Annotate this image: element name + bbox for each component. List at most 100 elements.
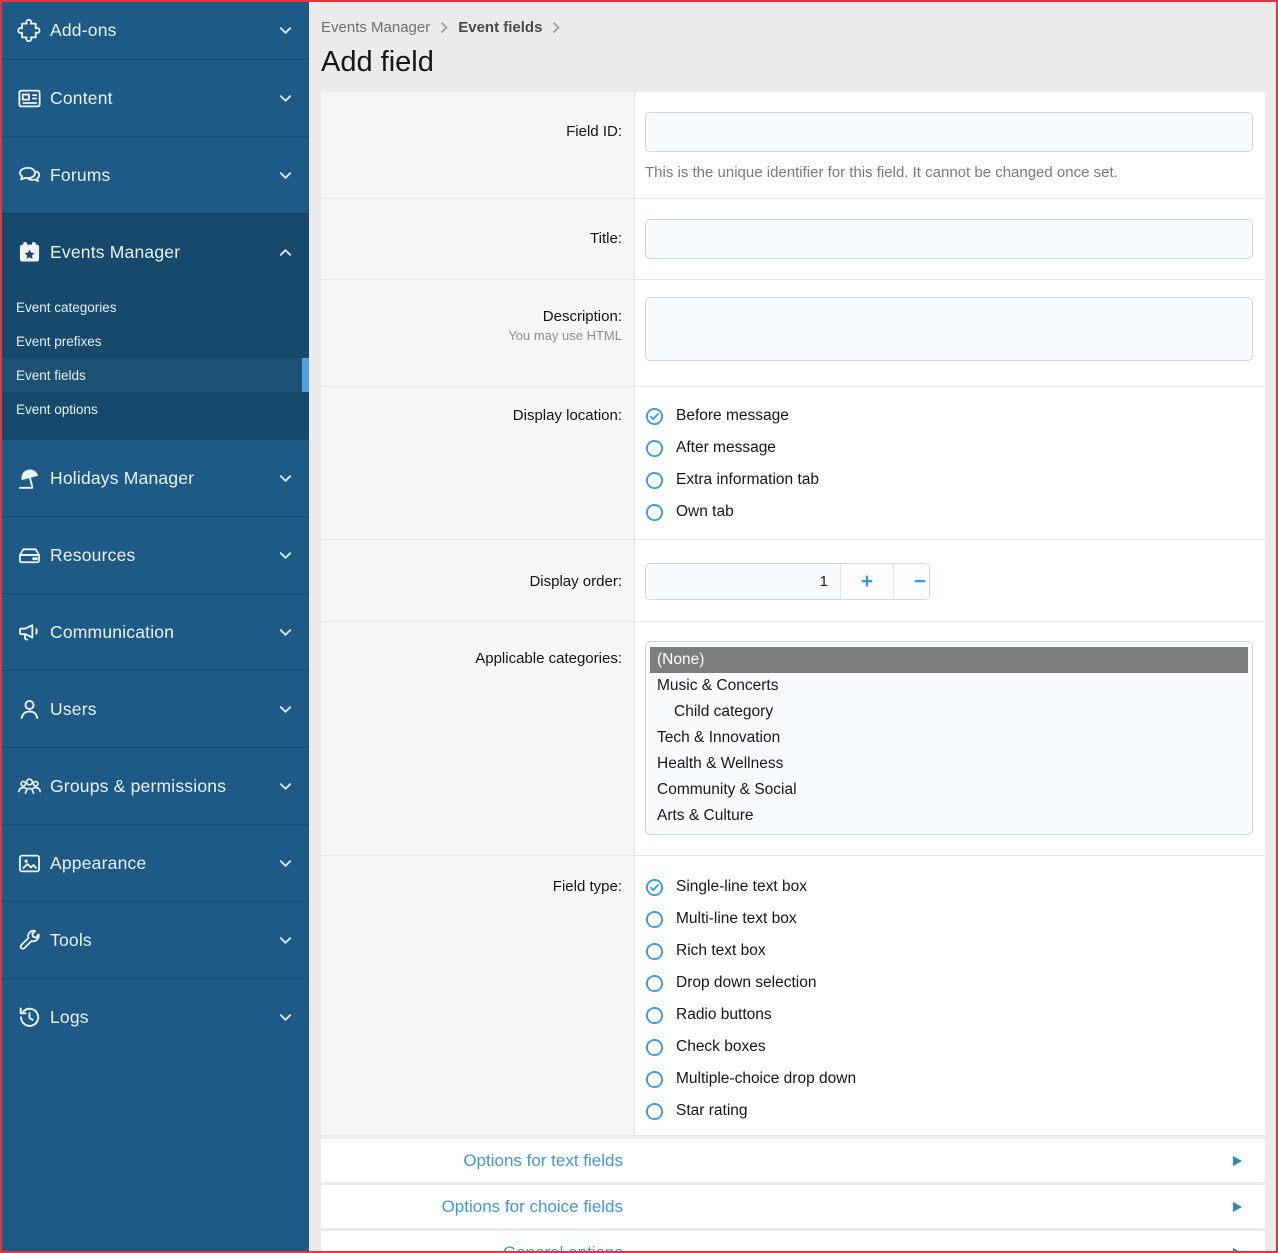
radio-multi-line-text-box[interactable]: Multi-line text box <box>645 903 1253 935</box>
radio-single-line-text-box[interactable]: Single-line text box <box>645 871 1253 903</box>
radio-icon <box>645 1038 664 1057</box>
breadcrumb: Events Manager Event fields <box>321 17 1265 37</box>
select-option-arts-culture[interactable]: Arts & Culture <box>650 803 1248 829</box>
chevron-up-icon <box>278 245 293 260</box>
sidebar: Add-ons Content Forums Events Manager <box>2 2 309 1251</box>
radio-extra-information-tab[interactable]: Extra information tab <box>645 464 1253 496</box>
section-toggle-general-options[interactable]: General options <box>321 1231 1265 1251</box>
radio-label: Radio buttons <box>676 1006 772 1024</box>
sidebar-item-label: Groups & permissions <box>50 776 278 797</box>
sidebar-item-events-manager[interactable]: Events Manager <box>2 214 309 290</box>
sidebar-item-groups-permissions[interactable]: Groups & permissions <box>2 747 309 824</box>
sidebar-item-label: Add-ons <box>50 20 278 41</box>
radio-icon <box>645 471 664 490</box>
chevron-down-icon <box>278 471 293 486</box>
chevron-right-icon <box>440 21 448 34</box>
sidebar-item-forums[interactable]: Forums <box>2 136 309 213</box>
beach-umbrella-icon <box>16 465 50 492</box>
radio-checked-icon <box>645 407 664 426</box>
radio-star-rating[interactable]: Star rating <box>645 1095 1253 1127</box>
radio-icon <box>645 503 664 522</box>
sidebar-subitem-event-fields[interactable]: Event fields <box>2 358 309 392</box>
sidebar-item-communication[interactable]: Communication <box>2 593 309 670</box>
radio-label: Multiple-choice drop down <box>676 1070 856 1088</box>
sidebar-item-resources[interactable]: Resources <box>2 516 309 593</box>
radio-drop-down-selection[interactable]: Drop down selection <box>645 967 1253 999</box>
sidebar-item-label: Content <box>50 88 278 109</box>
display-order-label: Display order: <box>321 540 635 621</box>
sidebar-item-content[interactable]: Content <box>2 59 309 136</box>
radio-label: Drop down selection <box>676 974 816 992</box>
chevron-down-icon <box>278 933 293 948</box>
page-title: Add field <box>321 46 1265 79</box>
chevron-down-icon <box>278 625 293 640</box>
sidebar-item-label: Users <box>50 699 278 720</box>
display-order-stepper: + − <box>645 563 930 600</box>
radio-after-message[interactable]: After message <box>645 432 1253 464</box>
radio-multiple-choice-drop-down[interactable]: Multiple-choice drop down <box>645 1063 1253 1095</box>
subnav-label: Event categories <box>16 300 117 315</box>
chevron-down-icon <box>278 856 293 871</box>
admin-window: Add-ons Content Forums Events Manager <box>0 0 1278 1253</box>
breadcrumb-link-event-fields[interactable]: Event fields <box>458 19 542 36</box>
select-option-music-concerts[interactable]: Music & Concerts <box>650 673 1248 699</box>
sidebar-item-label: Appearance <box>50 853 278 874</box>
radio-own-tab[interactable]: Own tab <box>645 496 1253 528</box>
radio-radio-buttons[interactable]: Radio buttons <box>645 999 1253 1031</box>
sidebar-item-appearance[interactable]: Appearance <box>2 824 309 901</box>
server-icon <box>16 542 50 569</box>
radio-label: Own tab <box>676 503 734 521</box>
megaphone-icon <box>16 619 50 646</box>
calendar-star-icon <box>16 239 50 266</box>
radio-icon <box>645 974 664 993</box>
sidebar-item-users[interactable]: Users <box>2 670 309 747</box>
subnav-label: Event prefixes <box>16 334 102 349</box>
sidebar-subitem-event-options[interactable]: Event options <box>2 392 309 426</box>
radio-label: Check boxes <box>676 1038 766 1056</box>
decrement-button[interactable]: − <box>893 564 930 599</box>
sidebar-subitem-event-categories[interactable]: Event categories <box>2 290 309 324</box>
select-option-community-social[interactable]: Community & Social <box>650 777 1248 803</box>
wrench-icon <box>16 927 50 954</box>
radio-before-message[interactable]: Before message <box>645 400 1253 432</box>
main-content: Events Manager Event fields Add field Fi… <box>309 2 1276 1251</box>
sidebar-item-logs[interactable]: Logs <box>2 978 309 1055</box>
sidebar-item-add-ons[interactable]: Add-ons <box>2 2 309 59</box>
user-icon <box>16 696 50 723</box>
select-option-health-wellness[interactable]: Health & Wellness <box>650 751 1248 777</box>
radio-rich-text-box[interactable]: Rich text box <box>645 935 1253 967</box>
increment-button[interactable]: + <box>840 564 893 599</box>
select-option-tech-innovation[interactable]: Tech & Innovation <box>650 725 1248 751</box>
radio-label: Multi-line text box <box>676 910 797 928</box>
title-input[interactable] <box>645 219 1253 259</box>
puzzle-icon <box>16 17 50 44</box>
description-hint: You may use HTML <box>321 328 622 343</box>
sidebar-item-holidays-manager[interactable]: Holidays Manager <box>2 439 309 516</box>
arrow-right-icon <box>1233 1156 1242 1166</box>
radio-label: Before message <box>676 407 789 425</box>
sidebar-item-label: Tools <box>50 930 278 951</box>
description-textarea[interactable] <box>645 297 1253 361</box>
sidebar-item-label: Logs <box>50 1007 278 1028</box>
breadcrumb-link-events-manager[interactable]: Events Manager <box>321 19 430 36</box>
radio-check-boxes[interactable]: Check boxes <box>645 1031 1253 1063</box>
sidebar-item-label: Holidays Manager <box>50 468 278 489</box>
select-option-none[interactable]: (None) <box>650 647 1248 673</box>
radio-icon <box>645 910 664 929</box>
chevron-down-icon <box>278 702 293 717</box>
radio-icon <box>645 1102 664 1121</box>
chat-bubbles-icon <box>16 162 50 189</box>
field-id-input[interactable] <box>645 112 1253 152</box>
add-field-form: Field ID: This is the unique identifier … <box>321 92 1265 1136</box>
display-order-input[interactable] <box>646 564 840 599</box>
section-toggle-options-for-text-fields[interactable]: Options for text fields <box>321 1139 1265 1182</box>
select-option-child-category[interactable]: Child category <box>650 699 1248 725</box>
chevron-down-icon <box>278 779 293 794</box>
subnav-label: Event options <box>16 402 98 417</box>
sidebar-group-events-manager: Events Manager Event categories Event pr… <box>2 213 309 439</box>
newspaper-icon <box>16 85 50 112</box>
sidebar-item-tools[interactable]: Tools <box>2 901 309 978</box>
sidebar-subitem-event-prefixes[interactable]: Event prefixes <box>2 324 309 358</box>
chevron-down-icon <box>278 91 293 106</box>
section-toggle-options-for-choice-fields[interactable]: Options for choice fields <box>321 1185 1265 1228</box>
